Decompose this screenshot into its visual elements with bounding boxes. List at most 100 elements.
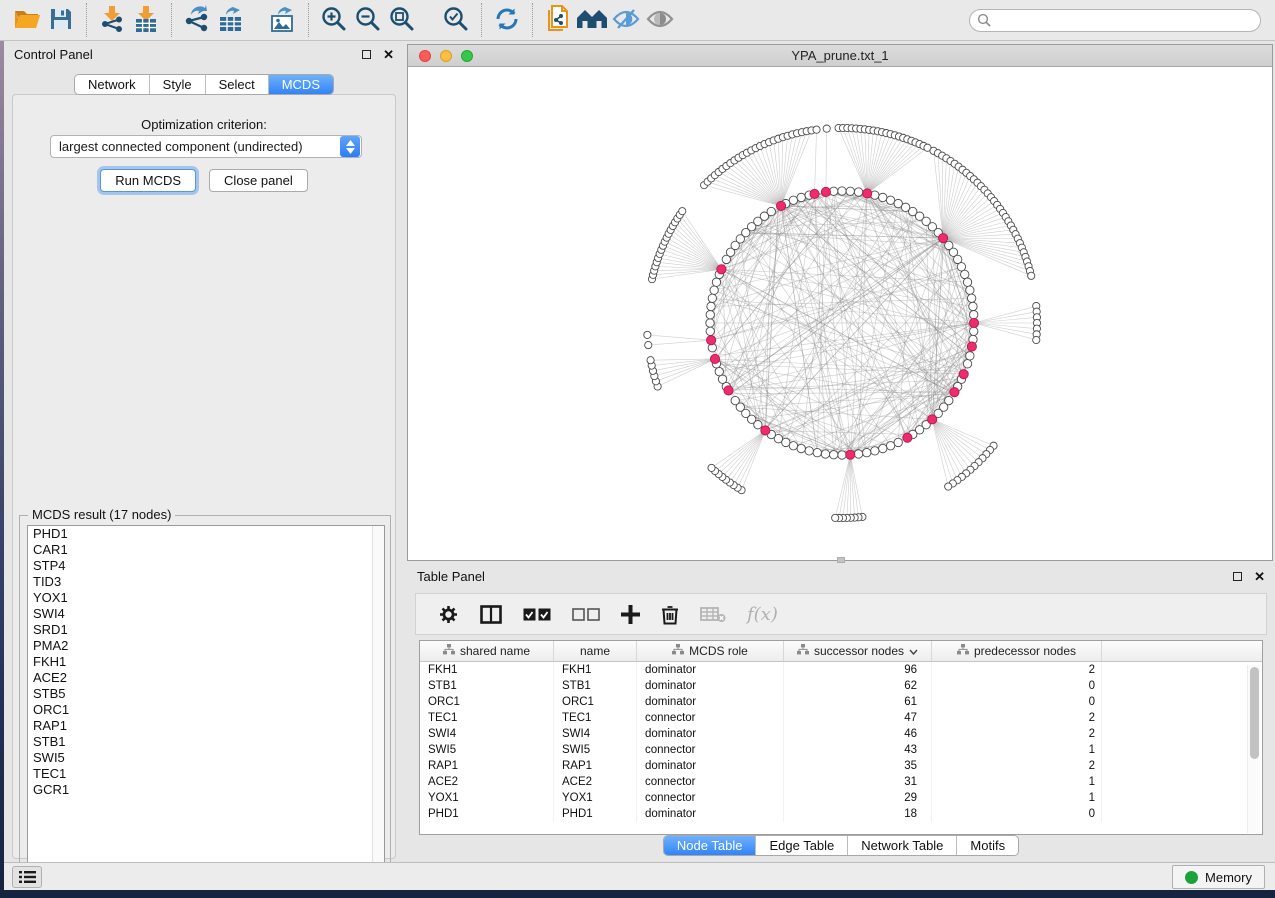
mcds-result-item[interactable]: FKH1 <box>28 654 384 670</box>
mcds-result-item[interactable]: STB1 <box>28 734 384 750</box>
table-row[interactable]: STB1STB1dominator620 <box>420 678 1262 694</box>
table-cell[interactable]: 2 <box>932 726 1102 742</box>
mcds-result-item[interactable]: SWI5 <box>28 750 384 766</box>
table-cell[interactable]: 1 <box>932 774 1102 790</box>
run-mcds-button[interactable]: Run MCDS <box>100 169 196 192</box>
table-cell[interactable]: YOX1 <box>420 790 554 806</box>
table-cell[interactable]: PHD1 <box>554 806 637 822</box>
apply-layout-button[interactable] <box>490 3 524 37</box>
mcds-result-item[interactable]: STP4 <box>28 558 384 574</box>
table-row[interactable]: ORC1ORC1dominator610 <box>420 694 1262 710</box>
table-cell[interactable]: dominator <box>637 758 784 774</box>
table-scrollbar-thumb[interactable] <box>1250 667 1259 759</box>
close-panel-icon[interactable]: ✕ <box>383 48 394 61</box>
table-cell[interactable]: 18 <box>784 806 932 822</box>
table-cell[interactable]: 62 <box>784 678 932 694</box>
column-header-successor-nodes[interactable]: successor nodes <box>784 641 932 661</box>
column-header-predecessor-nodes[interactable]: predecessor nodes <box>932 641 1102 661</box>
table-cell[interactable]: 1 <box>932 742 1102 758</box>
tab-motifs[interactable]: Motifs <box>957 836 1018 855</box>
table-row[interactable]: YOX1YOX1connector291 <box>420 790 1262 806</box>
table-cell[interactable]: FKH1 <box>420 662 554 678</box>
tab-mcds[interactable]: MCDS <box>269 75 333 94</box>
table-cell[interactable]: 0 <box>932 678 1102 694</box>
table-cell[interactable]: ORC1 <box>554 694 637 710</box>
table-cell[interactable]: 96 <box>784 662 932 678</box>
table-cell[interactable]: 29 <box>784 790 932 806</box>
table-cell[interactable]: connector <box>637 710 784 726</box>
table-cell[interactable]: PHD1 <box>420 806 554 822</box>
select-all-icon[interactable] <box>523 601 551 627</box>
mcds-result-item[interactable]: GCR1 <box>28 782 384 798</box>
mcds-result-item[interactable]: CAR1 <box>28 542 384 558</box>
import-network-button[interactable] <box>95 3 129 37</box>
table-cell[interactable]: TEC1 <box>420 710 554 726</box>
tab-node-table[interactable]: Node Table <box>664 836 757 855</box>
table-row[interactable]: SWI4SWI4dominator462 <box>420 726 1262 742</box>
save-session-button[interactable] <box>44 3 78 37</box>
table-cell[interactable]: YOX1 <box>554 790 637 806</box>
column-header-name[interactable]: name <box>554 641 637 661</box>
zoom-out-button[interactable] <box>351 3 385 37</box>
table-cell[interactable]: 2 <box>932 710 1102 726</box>
mcds-result-item[interactable]: ACE2 <box>28 670 384 686</box>
deselect-all-icon[interactable] <box>572 601 600 627</box>
mcds-result-item[interactable]: TID3 <box>28 574 384 590</box>
table-cell[interactable]: TEC1 <box>554 710 637 726</box>
memory-button[interactable]: Memory <box>1172 865 1265 889</box>
network-graph[interactable] <box>408 67 1272 560</box>
table-cell[interactable]: ACE2 <box>420 774 554 790</box>
table-mode-gear-icon[interactable] <box>438 601 459 627</box>
table-cell[interactable]: 2 <box>932 662 1102 678</box>
table-cell[interactable]: SWI4 <box>554 726 637 742</box>
mcds-result-item[interactable]: YOX1 <box>28 590 384 606</box>
table-cell[interactable]: 0 <box>932 806 1102 822</box>
tab-edge-table[interactable]: Edge Table <box>756 836 848 855</box>
export-table-button[interactable] <box>214 3 248 37</box>
fit-selected-button[interactable] <box>439 3 473 37</box>
export-image-button[interactable] <box>266 3 300 37</box>
close-panel-button[interactable]: Close panel <box>209 169 308 192</box>
table-cell[interactable]: ORC1 <box>420 694 554 710</box>
table-cell[interactable]: SWI5 <box>420 742 554 758</box>
column-visibility-icon[interactable] <box>480 601 502 627</box>
network-window-titlebar[interactable]: YPA_prune.txt_1 <box>408 45 1272 67</box>
table-cell[interactable]: 1 <box>932 790 1102 806</box>
table-cell[interactable]: STB1 <box>420 678 554 694</box>
table-cell[interactable]: dominator <box>637 726 784 742</box>
create-column-icon[interactable] <box>621 601 640 627</box>
mcds-result-list[interactable]: PHD1CAR1STP4TID3YOX1SWI4SRD1PMA2FKH1ACE2… <box>27 525 385 879</box>
column-header-shared-name[interactable]: shared name <box>420 641 554 661</box>
table-cell[interactable]: connector <box>637 742 784 758</box>
table-row[interactable]: PHD1PHD1dominator180 <box>420 806 1262 822</box>
mcds-result-item[interactable]: TEC1 <box>28 766 384 782</box>
table-cell[interactable]: RAP1 <box>420 758 554 774</box>
tab-network-table[interactable]: Network Table <box>848 836 957 855</box>
table-cell[interactable]: 61 <box>784 694 932 710</box>
table-row[interactable]: TEC1TEC1connector472 <box>420 710 1262 726</box>
mcds-result-item[interactable]: PMA2 <box>28 638 384 654</box>
mcds-result-item[interactable]: STB5 <box>28 686 384 702</box>
tab-network[interactable]: Network <box>75 75 150 94</box>
merge-networks-button[interactable] <box>575 3 609 37</box>
show-log-button[interactable] <box>12 866 42 888</box>
table-row[interactable]: SWI5SWI5connector431 <box>420 742 1262 758</box>
table-cell[interactable]: dominator <box>637 678 784 694</box>
criterion-select[interactable]: largest connected component (undirected) <box>50 135 362 158</box>
table-row[interactable]: RAP1RAP1dominator352 <box>420 758 1262 774</box>
table-cell[interactable]: dominator <box>637 806 784 822</box>
close-panel-icon[interactable]: ✕ <box>1254 570 1265 583</box>
table-cell[interactable]: 2 <box>932 758 1102 774</box>
table-cell[interactable]: connector <box>637 774 784 790</box>
float-panel-icon[interactable] <box>362 50 371 59</box>
table-cell[interactable]: 46 <box>784 726 932 742</box>
column-header-MCDS-role[interactable]: MCDS role <box>637 641 784 661</box>
table-cell[interactable]: 0 <box>932 694 1102 710</box>
table-cell[interactable]: SWI4 <box>420 726 554 742</box>
table-cell[interactable]: STB1 <box>554 678 637 694</box>
table-row[interactable]: ACE2ACE2connector311 <box>420 774 1262 790</box>
table-cell[interactable]: dominator <box>637 662 784 678</box>
float-panel-icon[interactable] <box>1233 572 1242 581</box>
import-table-button[interactable] <box>129 3 163 37</box>
table-cell[interactable]: SWI5 <box>554 742 637 758</box>
